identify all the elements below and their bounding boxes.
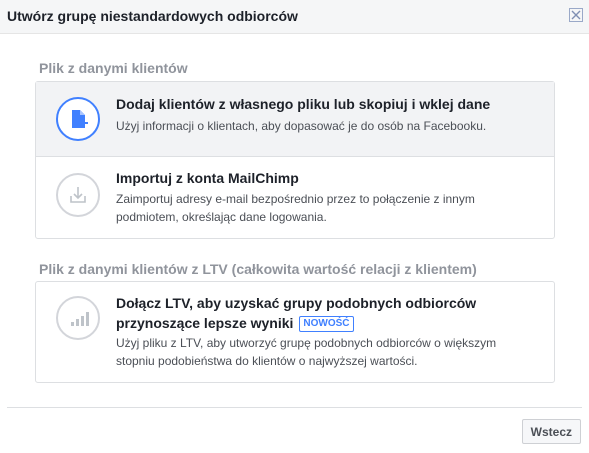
import-icon (70, 187, 86, 203)
option-add-from-file[interactable]: Dodaj klientów z własnego pliku lub skop… (36, 82, 554, 156)
close-icon (571, 10, 581, 20)
section-title-ltv-file: Plik z danymi klientów z LTV (całkowita … (39, 261, 477, 277)
new-badge: NOWOŚĆ (299, 316, 354, 332)
option-title: Importuj z konta MailChimp (116, 170, 299, 186)
option-title: Dodaj klientów z własnego pliku lub skop… (116, 96, 491, 112)
option-icon-wrapper (56, 173, 100, 217)
option-icon-wrapper (56, 296, 100, 340)
customer-file-options-card: Dodaj klientów z własnego pliku lub skop… (35, 81, 555, 239)
option-import-mailchimp[interactable]: Importuj z konta MailChimp Zaimportuj ad… (36, 157, 554, 238)
option-description: Użyj informacji o klientach, aby dopasow… (116, 119, 487, 133)
dialog-title: Utwórz grupę niestandardowych odbiorców (7, 8, 298, 24)
option-include-ltv[interactable]: Dołącz LTV, aby uzyskać grupy podobnych … (36, 282, 554, 382)
option-title-text: Dołącz LTV, aby uzyskać grupy podobnych … (116, 295, 477, 331)
footer-divider (7, 407, 582, 408)
file-add-icon (72, 110, 88, 128)
option-description: Zaimportuj adresy e-mail bezpośrednio pr… (116, 192, 475, 224)
dialog-header: Utwórz grupę niestandardowych odbiorców (0, 0, 589, 34)
section-title-customer-file: Plik z danymi klientów (39, 60, 188, 76)
option-description: Użyj pliku z LTV, aby utworzyć grupę pod… (116, 336, 497, 368)
ltv-options-card: Dołącz LTV, aby uzyskać grupy podobnych … (35, 281, 555, 383)
back-button[interactable]: Wstecz (521, 419, 581, 444)
option-icon-wrapper (56, 97, 100, 141)
bar-chart-icon (71, 312, 89, 326)
custom-audience-dialog: Utwórz grupę niestandardowych odbiorców … (0, 0, 589, 453)
close-button[interactable] (569, 8, 583, 22)
option-title: Dołącz LTV, aby uzyskać grupy podobnych … (116, 293, 536, 333)
